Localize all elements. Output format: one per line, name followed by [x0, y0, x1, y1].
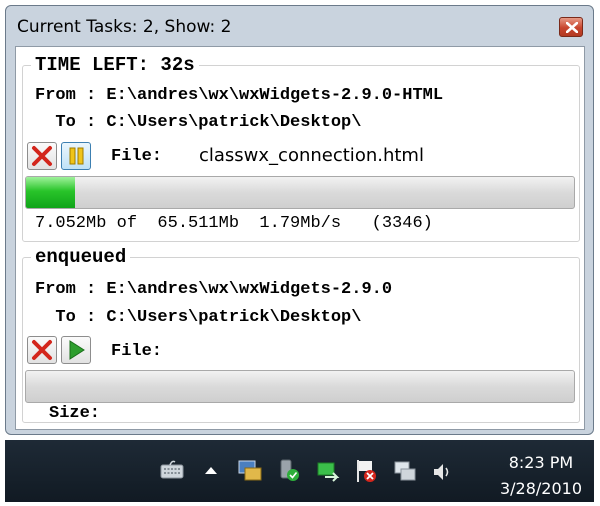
from-path: From : E:\andres\wx\wxWidgets-2.9.0 — [35, 280, 393, 299]
network-status-icon[interactable] — [393, 460, 417, 484]
task-group: TIME LEFT: 32s From : E:\andres\wx\wxWid… — [22, 54, 580, 242]
action-center-flag-icon[interactable] — [354, 458, 378, 484]
clock-time: 8:23 PM — [508, 453, 574, 472]
size-label: Size: — [49, 404, 101, 423]
file-name: classwx_connection.html — [199, 145, 424, 166]
sync-arrows-icon[interactable] — [315, 460, 341, 484]
window-close-button[interactable] — [559, 17, 583, 37]
usb-safely-remove-icon[interactable] — [276, 458, 302, 484]
tasks-panel: TIME LEFT: 32s From : E:\andres\wx\wxWid… — [15, 46, 585, 430]
file-label: File: — [111, 147, 163, 166]
transfer-stats: 7.052Mb of 65.511Mb 1.79Mb/s (3346) — [35, 214, 433, 233]
keyboard-icon[interactable] — [160, 460, 184, 480]
from-path: From : E:\andres\wx\wxWidgets-2.9.0-HTML — [35, 86, 444, 105]
to-path: To : C:\Users\patrick\Desktop\ — [35, 113, 362, 132]
red-x-icon — [32, 340, 52, 360]
clock-date: 3/28/2010 — [499, 479, 582, 498]
taskbar: 8:23 PM 3/28/2010 — [5, 440, 594, 502]
progress-bar — [25, 370, 575, 403]
file-label: File: — [111, 342, 163, 361]
play-icon — [69, 340, 85, 360]
volume-speaker-icon[interactable] — [432, 462, 454, 482]
task-group: enqueued From : E:\andres\wx\wxWidgets-2… — [22, 246, 580, 423]
start-button[interactable] — [61, 336, 91, 364]
cancel-button[interactable] — [27, 142, 57, 170]
red-x-icon — [32, 146, 52, 166]
task-header: enqueued — [31, 246, 131, 268]
show-hidden-icons-arrow-icon[interactable] — [204, 465, 218, 475]
title-bar[interactable]: Current Tasks: 2, Show: 2 — [6, 6, 593, 44]
cancel-button[interactable] — [27, 336, 57, 364]
network-pc-icon[interactable] — [237, 458, 263, 484]
close-icon — [566, 22, 578, 33]
download-window: Current Tasks: 2, Show: 2 TIME LEFT: 32s… — [5, 5, 594, 435]
progress-fill — [26, 177, 75, 208]
system-clock[interactable]: 8:23 PM 3/28/2010 — [500, 450, 582, 502]
pause-icon — [69, 147, 84, 165]
to-path: To : C:\Users\patrick\Desktop\ — [35, 308, 362, 327]
window-title: Current Tasks: 2, Show: 2 — [17, 17, 232, 37]
pause-button[interactable] — [61, 142, 91, 170]
task-header: TIME LEFT: 32s — [31, 54, 199, 76]
progress-bar — [25, 176, 575, 209]
